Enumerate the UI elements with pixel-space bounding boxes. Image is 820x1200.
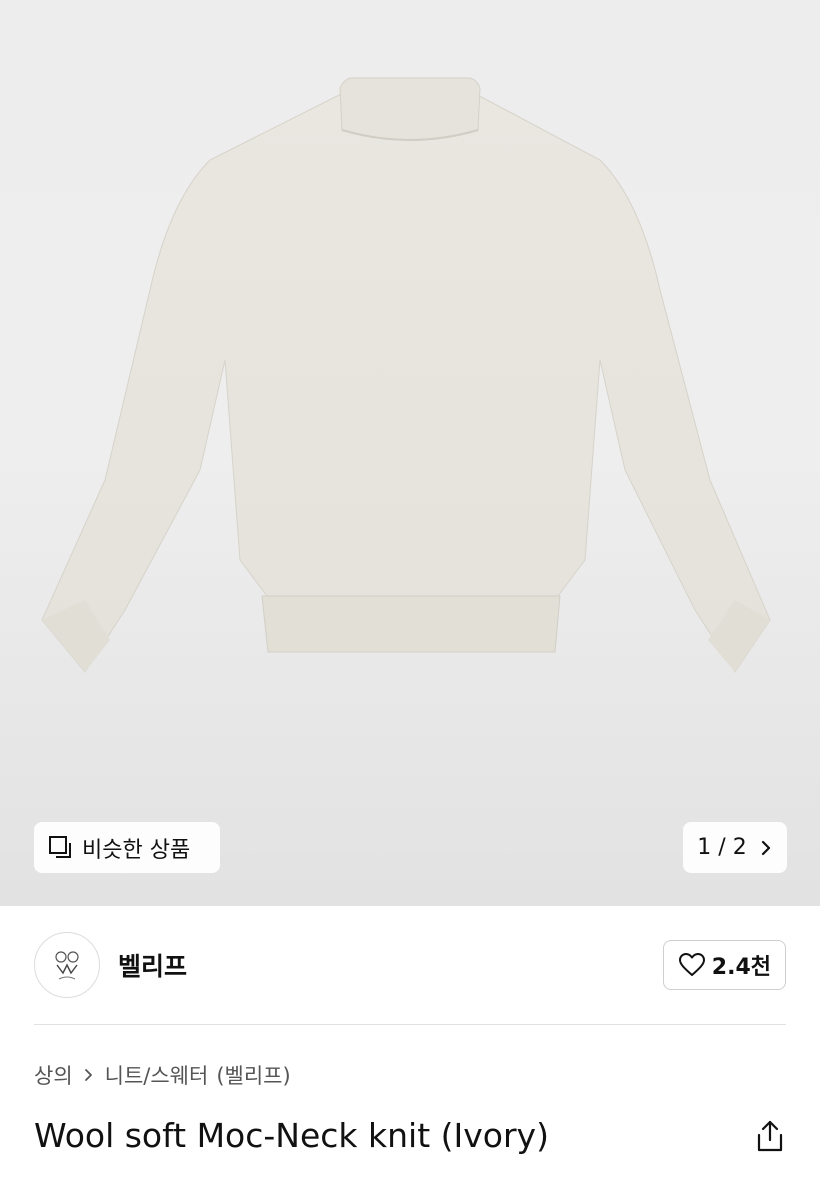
product-image-gallery[interactable]: 비슷한 상품 1 / 2 bbox=[0, 0, 820, 906]
like-count: 2.4천 bbox=[711, 955, 771, 980]
breadcrumb: 상의 니트/스웨터 (벨리프) bbox=[34, 1060, 291, 1090]
seller-name[interactable]: 벨리프 bbox=[118, 947, 187, 983]
brand-logo bbox=[55, 951, 79, 980]
chevron-right-icon bbox=[761, 840, 770, 855]
chevron-right-icon bbox=[84, 1069, 92, 1081]
seller-avatar[interactable] bbox=[34, 932, 100, 998]
similar-products-button[interactable]: 비슷한 상품 bbox=[34, 822, 220, 873]
product-image bbox=[41, 77, 771, 673]
heart-icon bbox=[678, 953, 705, 976]
image-pagination-button[interactable]: 1 / 2 bbox=[683, 822, 787, 873]
product-title-row: Wool soft Moc-Neck knit (Ivory) bbox=[34, 1116, 786, 1155]
share-icon[interactable] bbox=[754, 1119, 786, 1153]
breadcrumb-brand[interactable]: (벨리프) bbox=[216, 1060, 290, 1090]
divider bbox=[34, 1024, 786, 1025]
breadcrumb-category[interactable]: 상의 bbox=[34, 1060, 73, 1090]
page-indicator: 1 / 2 bbox=[697, 835, 747, 860]
seller-row: 벨리프 2.4천 bbox=[34, 930, 786, 1000]
like-button[interactable]: 2.4천 bbox=[662, 940, 786, 990]
breadcrumb-subcategory[interactable]: 니트/스웨터 bbox=[105, 1060, 209, 1090]
copy-icon bbox=[49, 835, 71, 858]
product-title: Wool soft Moc-Neck knit (Ivory) bbox=[34, 1116, 549, 1155]
similar-products-label: 비슷한 상품 bbox=[82, 837, 191, 863]
